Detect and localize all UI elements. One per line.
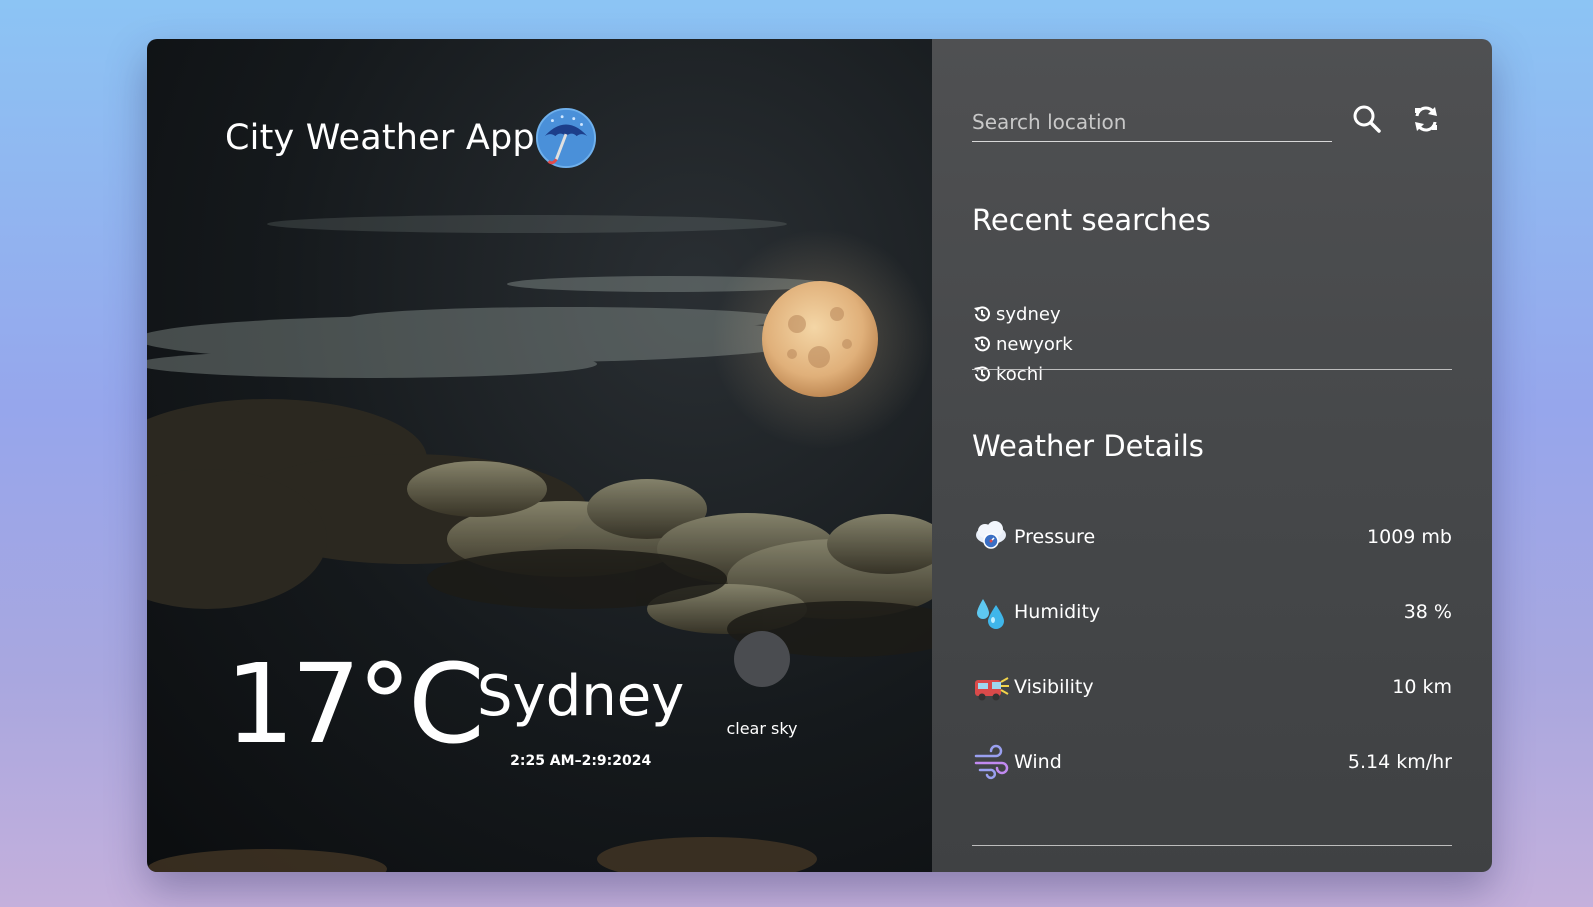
condition-block: clear sky (723, 631, 801, 738)
weather-condition-icon (734, 631, 790, 687)
refresh-button[interactable] (1410, 103, 1442, 135)
pressure-icon (976, 521, 1006, 549)
detail-value: 38 % (1403, 601, 1452, 623)
detail-label: Wind (1014, 751, 1062, 773)
recent-searches-title: Recent searches (972, 203, 1211, 237)
detail-value: 5.14 km/hr (1347, 751, 1452, 773)
umbrella-icon (535, 107, 596, 169)
recent-search-label: sydney (996, 303, 1061, 325)
recent-search-item[interactable]: sydney (972, 299, 1073, 329)
city-block: Sydney 2:25 AM–2:9:2024 (477, 664, 685, 770)
app-title-text: City Weather App (225, 118, 535, 158)
history-icon (974, 306, 990, 322)
recent-searches-list: sydney newyork kochi (972, 299, 1073, 389)
detail-label: Visibility (1014, 676, 1094, 698)
search-icon (1353, 105, 1381, 133)
humidity-icon (977, 599, 1004, 629)
detail-value: 10 km (1392, 676, 1452, 698)
divider (972, 845, 1452, 846)
wind-icon (974, 744, 1009, 780)
detail-label: Pressure (1014, 526, 1096, 548)
weather-background-scene: City Weather App 17°C Sydney 2:25 AM–2:9… (147, 39, 932, 872)
search-row (972, 103, 1452, 143)
recent-search-label: newyork (996, 333, 1073, 355)
weather-details-title: Weather Details (972, 429, 1204, 463)
date-time: 2:25 AM–2:9:2024 (510, 753, 652, 769)
detail-value: 1009 mb (1367, 526, 1452, 548)
history-icon (974, 336, 990, 352)
detail-row-visibility: Visibility 10 km (972, 667, 1452, 707)
recent-search-item[interactable]: newyork (972, 329, 1073, 359)
recent-search-item[interactable]: kochi (972, 359, 1073, 389)
search-button[interactable] (1351, 103, 1383, 135)
condition-label: clear sky (726, 719, 798, 738)
weather-card: City Weather App 17°C Sydney 2:25 AM–2:9… (147, 39, 1492, 872)
search-input[interactable] (972, 103, 1332, 142)
recent-search-label: kochi (996, 363, 1044, 385)
detail-row-humidity: Humidity 38 % (972, 592, 1452, 632)
current-temperature: 17°C (225, 640, 485, 768)
detail-row-wind: Wind 5.14 km/hr (972, 742, 1452, 782)
city-name: Sydney (477, 664, 685, 729)
divider (972, 369, 1452, 370)
visibility-icon (975, 677, 1009, 701)
app-title: City Weather App (225, 107, 597, 169)
history-icon (974, 366, 990, 382)
detail-row-pressure: Pressure 1009 mb (972, 517, 1452, 557)
details-panel: Recent searches sydney newyork (932, 39, 1492, 872)
detail-label: Humidity (1014, 601, 1101, 623)
refresh-icon (1415, 106, 1437, 132)
moon (762, 281, 878, 397)
